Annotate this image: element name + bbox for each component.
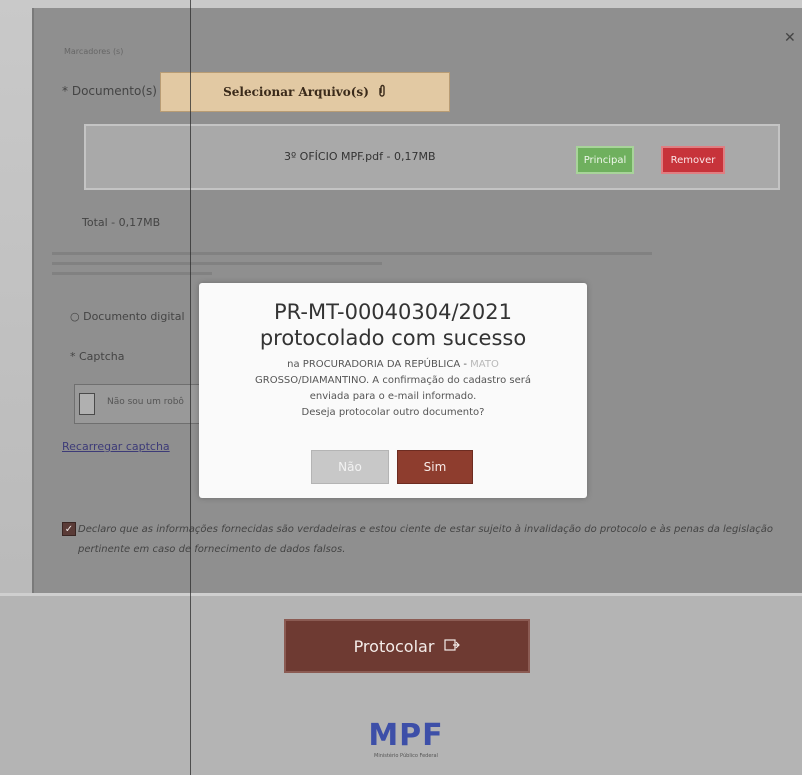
- remove-button[interactable]: Remover: [661, 146, 725, 174]
- dialog-message-line: na PROCURADORIA DA REPÚBLICA - MATO: [223, 357, 563, 373]
- dialog-question: Deseja protocolar outro documento?: [301, 407, 485, 418]
- success-heading: protocolado com sucesso: [259, 326, 527, 350]
- documents-label-text: Documento(s): [71, 84, 157, 98]
- captcha-reset-link[interactable]: Recarregar captcha: [62, 440, 170, 453]
- attached-file-row: 3º OFÍCIO MPF.pdf - 0,17MB Principal Rem…: [84, 124, 780, 190]
- no-button[interactable]: Não: [311, 450, 389, 484]
- digital-document-option[interactable]: ○ Documento digital: [70, 310, 185, 323]
- dialog-message-line: GROSSO/DIAMANTINO. A confirmação do cada…: [255, 375, 531, 386]
- mpf-logo-subtitle: Ministério Público Federal: [374, 753, 438, 759]
- digital-document-label: Documento digital: [83, 310, 185, 323]
- instructions-line: [52, 262, 382, 265]
- checkmark-icon: ✓: [64, 523, 74, 535]
- yes-button[interactable]: Sim: [397, 450, 473, 484]
- success-dialog: PR-MT-00040304/2021 protocolado com suce…: [199, 283, 587, 498]
- declaration-checkbox[interactable]: ✓: [62, 522, 76, 536]
- principal-button[interactable]: Principal: [576, 146, 634, 174]
- mpf-logo: MPF Ministério Público Federal: [366, 718, 446, 760]
- required-marker: *: [62, 84, 72, 98]
- total-size-label: Total - 0,17MB: [82, 216, 161, 229]
- instructions-line: [52, 272, 212, 275]
- document-send-icon: [444, 637, 461, 656]
- protocol-submit-button[interactable]: Protocolar: [284, 619, 530, 673]
- markers-label: Marcadores (s): [64, 47, 124, 56]
- mpf-logo-letters: MPF: [368, 718, 444, 753]
- instructions-text-blurred: [52, 252, 672, 282]
- captcha-label: * Captcha: [70, 350, 124, 363]
- dialog-title: PR-MT-00040304/2021 protocolado com suce…: [199, 299, 587, 351]
- dialog-message: na PROCURADORIA DA REPÚBLICA - MATO GROS…: [223, 357, 563, 421]
- paperclip-icon: [377, 84, 387, 101]
- dialog-message-line: enviada para o e-mail informado.: [309, 391, 477, 402]
- close-icon[interactable]: ✕: [784, 30, 796, 46]
- protocol-number: PR-MT-00040304/2021: [274, 300, 512, 324]
- dialog-message-prefix: na PROCURADORIA DA REPÚBLICA -: [287, 359, 471, 370]
- documents-label: * Documento(s): [62, 84, 157, 98]
- dialog-message-faded: MATO: [470, 359, 499, 370]
- captcha-label-text: Captcha: [79, 350, 125, 363]
- file-name: 3º OFÍCIO MPF.pdf - 0,17MB: [284, 150, 436, 163]
- submit-label: Protocolar: [353, 636, 435, 656]
- instructions-line: [52, 252, 652, 255]
- radio-icon: ○: [70, 310, 84, 323]
- select-file-button[interactable]: Selecionar Arquivo(s): [160, 72, 450, 112]
- captcha-checkbox[interactable]: [79, 393, 95, 415]
- select-file-label: Selecionar Arquivo(s): [223, 85, 369, 99]
- captcha-robot-label: Não sou um robô: [107, 397, 184, 407]
- required-marker: *: [70, 350, 79, 363]
- scan-fold-line: [190, 0, 191, 775]
- declaration-text: Declaro que as informações fornecidas sã…: [78, 524, 773, 555]
